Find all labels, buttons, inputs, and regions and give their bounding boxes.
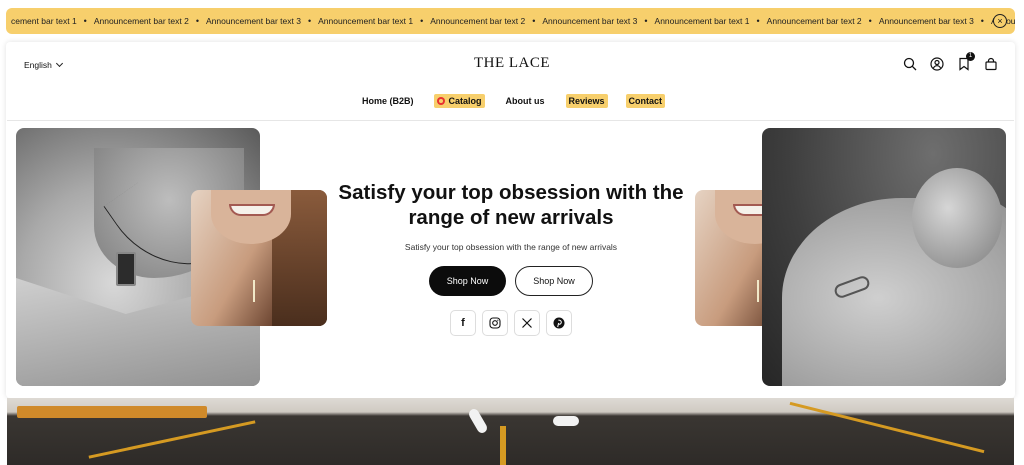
cart-icon[interactable] <box>984 57 998 71</box>
shop-now-primary-button[interactable]: Shop Now <box>429 266 506 296</box>
hero-subtitle: Satisfy your top obsession with the rang… <box>404 242 618 252</box>
main-nav: Home (B2B) Catalog About us Reviews Cont… <box>0 94 1024 108</box>
hero-image-right-woman <box>762 128 1006 386</box>
announcement-item[interactable]: Announcement bar text 1 <box>648 16 757 26</box>
wishlist-count-badge: 1 <box>966 52 975 61</box>
instagram-icon[interactable] <box>482 310 508 336</box>
pinterest-icon[interactable] <box>546 310 572 336</box>
announcement-item[interactable]: Announcement bar text 2 <box>760 16 869 26</box>
hero-title: Satisfy your top obsession with the rang… <box>338 181 684 229</box>
nav-item-reviews[interactable]: Reviews <box>565 94 608 108</box>
nav-item-contact[interactable]: Contact <box>625 94 666 108</box>
nav-item-catalog[interactable]: Catalog <box>434 94 485 108</box>
facebook-icon[interactable]: f <box>450 310 476 336</box>
account-icon[interactable] <box>930 57 944 71</box>
banner-image-parking-lot <box>7 398 1014 465</box>
site-logo[interactable]: THE LACE <box>0 55 1024 72</box>
announcement-item[interactable]: Announcement bar text 1 <box>311 16 420 26</box>
announcement-bar: cement bar text 1 • Announcement bar text… <box>6 8 1015 34</box>
header-divider <box>7 120 1014 121</box>
announcement-item[interactable]: Announcement bar text 3 <box>199 16 308 26</box>
search-icon[interactable] <box>903 57 917 71</box>
hero-image-portrait-left <box>191 190 327 326</box>
hero-buttons: Shop Now Shop Now <box>330 266 692 296</box>
announcement-item[interactable]: Announcement bar text 2 <box>423 16 532 26</box>
header-actions: 1 <box>903 52 998 71</box>
announcement-item[interactable]: Announcement bar text 3 <box>872 16 981 26</box>
catalog-badge-icon <box>437 97 446 105</box>
announcement-item[interactable]: Announcement bar text 3 <box>535 16 644 26</box>
nav-item-home[interactable]: Home (B2B) <box>359 94 417 108</box>
social-links: f <box>330 310 692 336</box>
shop-now-secondary-button[interactable]: Shop Now <box>515 266 593 296</box>
x-icon[interactable] <box>514 310 540 336</box>
close-icon[interactable]: × <box>993 14 1007 28</box>
announcement-item[interactable]: Announcement bar text 2 <box>87 16 196 26</box>
announcement-item[interactable]: cement bar text 1 <box>6 16 84 26</box>
wishlist-icon[interactable]: 1 <box>957 52 975 71</box>
hero-content: Satisfy your top obsession with the rang… <box>330 180 692 336</box>
announcement-track: cement bar text 1 • Announcement bar text… <box>6 8 1015 34</box>
nav-item-about[interactable]: About us <box>503 94 548 108</box>
